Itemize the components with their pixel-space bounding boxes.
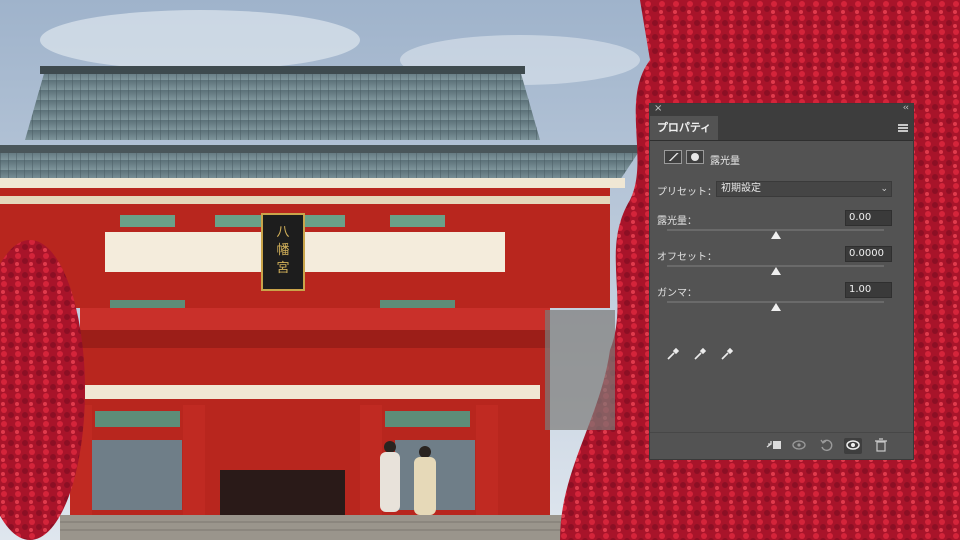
- exposure-adjustment-icon[interactable]: [664, 150, 682, 164]
- gray-point-eyedropper-icon[interactable]: [693, 347, 707, 361]
- collapse-double-chevron-icon[interactable]: ‹‹: [903, 103, 909, 113]
- properties-panel: × ‹‹ プロパティ 露光量 プリセット： 初期設定 ⌄ 露光量： 0.00 オ…: [649, 103, 914, 460]
- visibility-eye-icon[interactable]: [844, 438, 862, 454]
- gamma-value-field[interactable]: 1.00: [845, 282, 892, 298]
- offset-slider-thumb[interactable]: [770, 267, 781, 275]
- gamma-slider-thumb[interactable]: [770, 303, 781, 311]
- view-previous-state-icon[interactable]: [791, 438, 809, 454]
- close-icon[interactable]: ×: [654, 103, 662, 114]
- offset-value-field[interactable]: 0.0000: [845, 246, 892, 262]
- layer-mask-icon[interactable]: [686, 150, 704, 164]
- black-point-eyedropper-icon[interactable]: [666, 347, 680, 361]
- exposure-label: 露光量：: [657, 216, 697, 227]
- tab-properties[interactable]: プロパティ: [650, 116, 718, 140]
- white-point-eyedropper-icon[interactable]: [720, 347, 734, 361]
- offset-label: オフセット：: [657, 252, 717, 263]
- preset-label: プリセット：: [657, 187, 717, 198]
- gamma-label: ガンマ：: [657, 288, 697, 299]
- svg-text:八: 八: [276, 225, 289, 240]
- svg-text:宮: 宮: [276, 260, 289, 276]
- delete-icon[interactable]: [872, 438, 890, 454]
- exposure-slider-thumb[interactable]: [770, 231, 781, 239]
- panel-bottom-bar: [650, 432, 913, 459]
- reset-icon[interactable]: [818, 438, 836, 454]
- svg-text:幡: 幡: [276, 243, 289, 258]
- clip-to-layer-icon[interactable]: [765, 438, 783, 454]
- preset-dropdown[interactable]: 初期設定 ⌄: [716, 181, 892, 197]
- panel-titlebar: × ‹‹: [650, 103, 913, 116]
- panel-tab-row: プロパティ: [650, 116, 913, 141]
- exposure-value-field[interactable]: 0.00: [845, 210, 892, 226]
- panel-menu-icon[interactable]: [898, 124, 908, 132]
- adjustment-title: 露光量: [710, 156, 740, 167]
- chevron-down-icon: ⌄: [880, 184, 888, 194]
- preset-value: 初期設定: [721, 183, 761, 194]
